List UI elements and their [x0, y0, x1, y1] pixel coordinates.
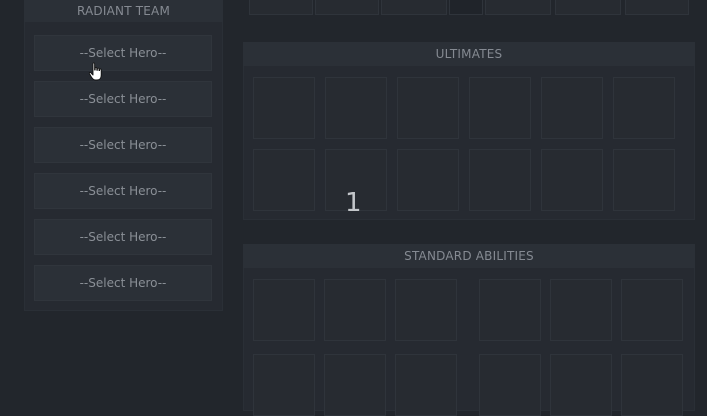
ultimate-slot[interactable] [397, 149, 459, 211]
top-slot[interactable] [449, 0, 483, 15]
ability-slot[interactable] [324, 279, 386, 341]
ability-slot[interactable] [253, 354, 315, 416]
hero-select-5[interactable]: --Select Hero-- [34, 219, 212, 255]
standard-abilities-title: STANDARD ABILITIES [243, 244, 695, 268]
ultimate-slot[interactable] [613, 149, 675, 211]
hero-select-2[interactable]: --Select Hero-- [34, 81, 212, 117]
ability-slot[interactable] [395, 279, 457, 341]
ultimates-panel: ULTIMATES [243, 42, 695, 220]
top-slot[interactable] [381, 0, 447, 15]
ultimate-slot[interactable] [613, 77, 675, 139]
ability-slot[interactable] [550, 354, 612, 416]
top-slot[interactable] [315, 0, 379, 15]
ultimate-slot[interactable] [325, 77, 387, 139]
ability-slot[interactable] [479, 354, 541, 416]
ultimate-slot[interactable] [541, 149, 603, 211]
ultimate-slot[interactable] [469, 149, 531, 211]
top-slot[interactable] [485, 0, 551, 15]
ability-slot[interactable] [621, 279, 683, 341]
top-slot[interactable] [249, 0, 313, 15]
radiant-team-panel: RADIANT TEAM --Select Hero-- --Select He… [24, 0, 223, 311]
top-slot[interactable] [625, 0, 689, 15]
ultimate-slot[interactable] [541, 77, 603, 139]
ultimate-slot[interactable] [253, 77, 315, 139]
top-slot[interactable] [555, 0, 621, 15]
ability-slot[interactable] [324, 354, 386, 416]
ability-slot[interactable] [395, 354, 457, 416]
ultimates-title: ULTIMATES [243, 42, 695, 66]
overlay-counter: 1 [345, 188, 362, 218]
hand-cursor-icon [88, 62, 102, 81]
ability-slot[interactable] [621, 354, 683, 416]
hero-select-1[interactable]: --Select Hero-- [34, 35, 212, 71]
standard-abilities-panel: STANDARD ABILITIES [243, 244, 695, 416]
ultimate-slot[interactable] [469, 77, 531, 139]
hero-select-3[interactable]: --Select Hero-- [34, 127, 212, 163]
ability-slot[interactable] [479, 279, 541, 341]
hero-select-6[interactable]: --Select Hero-- [34, 265, 212, 301]
ability-slot[interactable] [550, 279, 612, 341]
hero-select-4[interactable]: --Select Hero-- [34, 173, 212, 209]
ultimate-slot[interactable] [397, 77, 459, 139]
ability-slot[interactable] [253, 279, 315, 341]
top-slot-row [243, 0, 695, 17]
radiant-team-title: RADIANT TEAM [24, 0, 223, 22]
ultimate-slot[interactable] [253, 149, 315, 211]
